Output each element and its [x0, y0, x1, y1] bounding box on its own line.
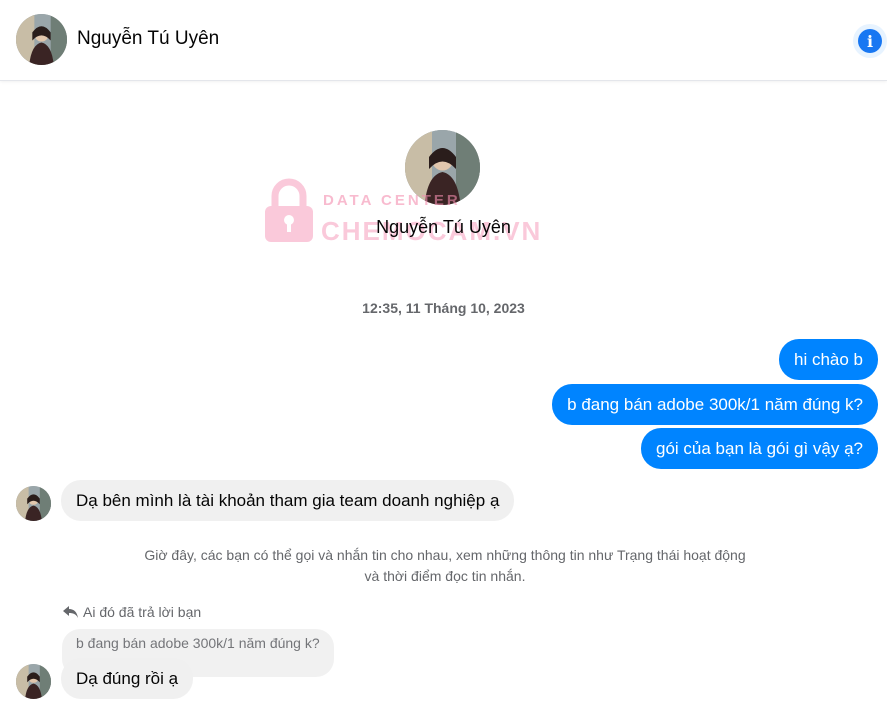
message-timestamp: 12:35, 11 Tháng 10, 2023 [362, 300, 525, 316]
conversation-header: Nguyễn Tú Uyên i [0, 0, 887, 81]
reply-arrow-icon [63, 606, 78, 618]
outgoing-message[interactable]: b đang bán adobe 300k/1 năm đúng k? [552, 384, 878, 425]
conversation-info-button[interactable]: i [853, 24, 887, 58]
system-notice: Giờ đây, các bạn có thể gọi và nhắn tin … [144, 547, 746, 584]
incoming-message[interactable]: Dạ đúng rồi ạ [61, 658, 194, 699]
profile-name: Nguyễn Tú Uyên [376, 217, 511, 237]
watermark-top-text: DATA CENTER [323, 192, 461, 209]
outgoing-message[interactable]: hi chào b [779, 339, 878, 380]
contact-name[interactable]: Nguyễn Tú Uyên [77, 28, 219, 50]
reply-label-text: Ai đó đã trả lời bạn [83, 604, 202, 620]
sender-avatar[interactable] [16, 486, 51, 521]
incoming-message[interactable]: Dạ bên mình là tài khoản tham gia team d… [61, 480, 515, 521]
info-icon: i [858, 29, 882, 53]
contact-avatar[interactable] [16, 14, 67, 65]
sender-avatar[interactable] [16, 664, 51, 699]
outgoing-message[interactable]: gói của bạn là gói gì vậy ạ? [641, 428, 878, 469]
reply-indicator: Ai đó đã trả lời bạn [63, 604, 201, 620]
